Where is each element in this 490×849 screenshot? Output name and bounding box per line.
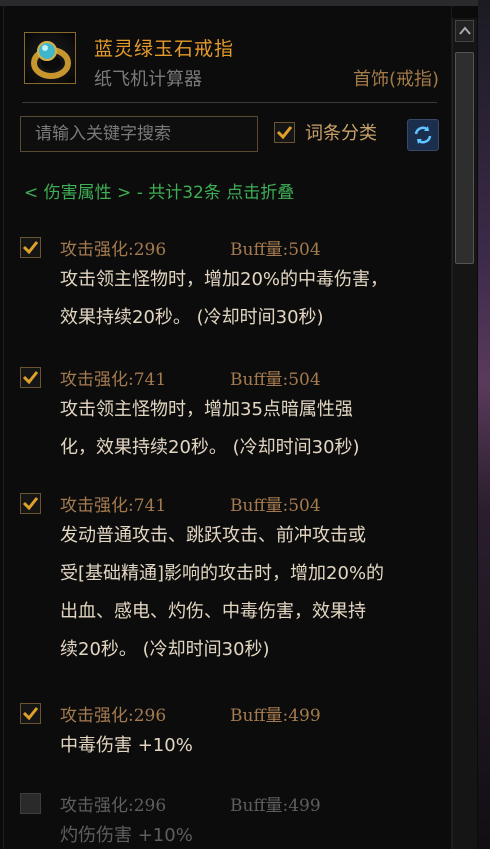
group-collapse-toggle[interactable]: < 伤害属性 > - 共计32条 点击折叠 xyxy=(24,178,294,203)
entry-stat-line: 攻击强化:296 Buff量:504 xyxy=(60,235,321,260)
item-header: 蓝灵绿玉石戒指 纸飞机计算器 首饰(戒指) xyxy=(22,30,451,100)
buff-value: Buff量:499 xyxy=(230,706,321,726)
refresh-button[interactable] xyxy=(407,119,439,151)
buff-value: Buff量:504 xyxy=(230,370,321,390)
classify-label[interactable]: 词条分类 xyxy=(305,119,377,145)
attack-boost-value: 攻击强化:741 xyxy=(60,370,167,390)
search-input[interactable] xyxy=(20,116,258,152)
check-icon xyxy=(276,126,293,140)
entry-stat-line: 攻击强化:741 Buff量:504 xyxy=(60,365,321,390)
entry-checkbox[interactable] xyxy=(20,793,41,814)
check-icon xyxy=(22,707,39,721)
entry-description: 发动普通攻击、跳跃攻击、前冲攻击或 受[基础精通]影响的攻击时，增加20%的 出… xyxy=(60,517,440,669)
chevron-up-icon xyxy=(459,26,471,35)
desc-line: 攻击领主怪物时，增加35点暗属性强 xyxy=(60,399,353,420)
attack-boost-value: 攻击强化:296 xyxy=(60,796,167,816)
check-icon xyxy=(22,371,39,385)
buff-value: Buff量:504 xyxy=(230,496,321,516)
desc-line: 化，效果持续20秒。 (冷却时间30秒) xyxy=(60,437,360,458)
desc-line: 攻击领主怪物时，增加20%的中毒伤害， xyxy=(60,269,389,290)
header-divider xyxy=(22,102,437,103)
desc-line: 发动普通攻击、跳跃攻击、前冲攻击或 xyxy=(60,525,366,546)
entry-description: 灼伤伤害 +10% xyxy=(60,817,440,849)
entry-description: 攻击领主怪物时，增加20%的中毒伤害， 效果持续20秒。 (冷却时间30秒) xyxy=(60,261,440,337)
desc-line: 中毒伤害 +10% xyxy=(60,735,193,756)
refresh-icon xyxy=(414,126,432,144)
check-icon xyxy=(22,497,39,511)
attack-boost-value: 攻击强化:296 xyxy=(60,706,167,726)
entry-stat-line: 攻击强化:296 Buff量:499 xyxy=(60,701,321,726)
item-detail-panel: 蓝灵绿玉石戒指 纸飞机计算器 首饰(戒指) 词条分类 < 伤害属性 > - 共计… xyxy=(3,6,452,849)
ring-icon xyxy=(24,32,76,84)
buff-value: Buff量:504 xyxy=(230,240,321,260)
item-source: 纸飞机计算器 xyxy=(94,69,202,90)
scrollbar-thumb[interactable] xyxy=(455,52,474,264)
entry-checkbox[interactable] xyxy=(20,703,41,724)
entry-description: 攻击领主怪物时，增加35点暗属性强 化，效果持续20秒。 (冷却时间30秒) xyxy=(60,391,440,467)
vertical-scrollbar[interactable] xyxy=(452,18,477,849)
desc-line: 出血、感电、灼伤、中毒伤害，效果持 xyxy=(60,601,366,622)
background-art xyxy=(478,0,490,849)
entry-checkbox[interactable] xyxy=(20,237,41,258)
scroll-up-button[interactable] xyxy=(455,20,474,42)
entry-stat-line: 攻击强化:296 Buff量:499 xyxy=(60,791,321,816)
attack-boost-value: 攻击强化:741 xyxy=(60,496,167,516)
desc-line: 续20秒。 (冷却时间30秒) xyxy=(60,639,270,660)
entry-stat-line: 攻击强化:741 Buff量:504 xyxy=(60,491,321,516)
item-name: 蓝灵绿玉石戒指 xyxy=(94,38,235,60)
entry-description: 中毒伤害 +10% xyxy=(60,727,440,765)
item-category: 首饰(戒指) xyxy=(352,69,439,90)
classify-checkbox[interactable] xyxy=(274,122,295,143)
attack-boost-value: 攻击强化:296 xyxy=(60,240,167,260)
desc-line: 效果持续20秒。 (冷却时间30秒) xyxy=(60,307,324,328)
entry-checkbox[interactable] xyxy=(20,367,41,388)
buff-value: Buff量:499 xyxy=(230,796,321,816)
entry-checkbox[interactable] xyxy=(20,493,41,514)
desc-line: 受[基础精通]影响的攻击时，增加20%的 xyxy=(60,563,385,584)
check-icon xyxy=(22,241,39,255)
desc-line: 灼伤伤害 +10% xyxy=(60,825,193,846)
